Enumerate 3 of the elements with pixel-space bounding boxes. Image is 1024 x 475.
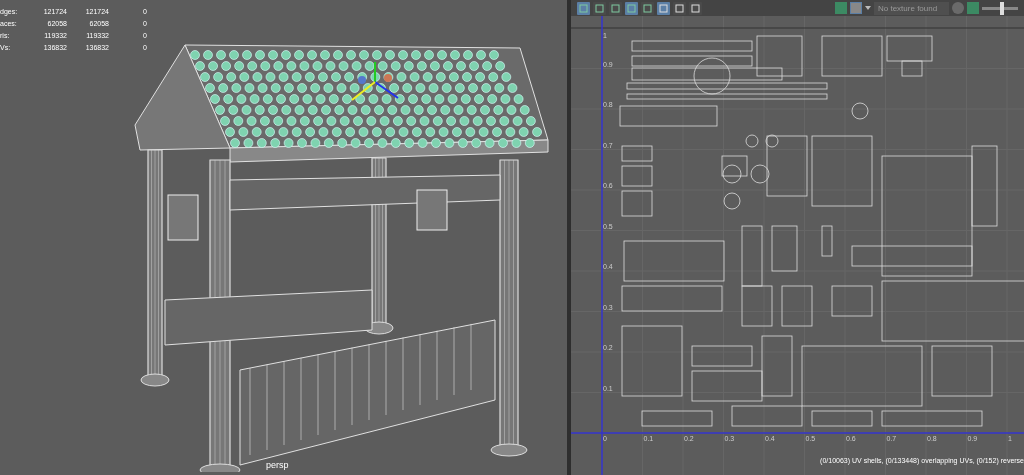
slider-thumb[interactable] (999, 1, 1004, 15)
camera-label: persp (266, 459, 289, 472)
dropdown-icon (865, 6, 871, 10)
